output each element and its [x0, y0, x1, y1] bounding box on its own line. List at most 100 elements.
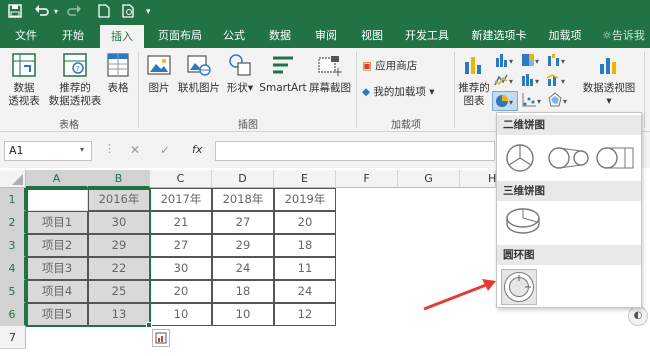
cell-b6[interactable]: 13: [88, 303, 150, 326]
doughnut-option[interactable]: [501, 269, 537, 305]
cell-b3[interactable]: 29: [88, 234, 150, 257]
cell-c3[interactable]: 27: [150, 234, 212, 257]
cell-b1[interactable]: 2016年: [88, 188, 150, 211]
column-header-f[interactable]: F: [336, 170, 398, 188]
cell-e4[interactable]: 11: [274, 257, 336, 280]
tab-file[interactable]: 文件: [6, 24, 46, 48]
cell-d3[interactable]: 29: [212, 234, 274, 257]
tab-page-layout[interactable]: 页面布局: [150, 24, 210, 48]
recommended-pivot-button[interactable]: ? 推荐的 数据透视表: [48, 52, 102, 108]
select-all-corner[interactable]: [0, 170, 26, 188]
tab-addins[interactable]: 加载项: [540, 24, 590, 48]
cell-d1[interactable]: 2018年: [212, 188, 274, 211]
quick-analysis-button[interactable]: [152, 329, 170, 347]
row-header-3[interactable]: 3: [0, 234, 26, 257]
tab-home[interactable]: 开始: [52, 24, 94, 48]
pie-2d-option[interactable]: [503, 141, 537, 178]
cell-a4[interactable]: 项目3: [26, 257, 88, 280]
row-header-1[interactable]: 1: [0, 188, 26, 211]
column-header-d[interactable]: D: [212, 170, 274, 188]
tab-formulas[interactable]: 公式: [214, 24, 254, 48]
new-file-icon[interactable]: [98, 4, 110, 20]
cell-c4[interactable]: 30: [150, 257, 212, 280]
pie-3d-option[interactable]: [503, 205, 543, 240]
tab-review[interactable]: 审阅: [306, 24, 346, 48]
column-header-c[interactable]: C: [150, 170, 212, 188]
cell-a3[interactable]: 项目2: [26, 234, 88, 257]
column-chart-icon[interactable]: ▾: [494, 52, 516, 71]
tab-new[interactable]: 新建选项卡: [464, 24, 534, 48]
cell-c2[interactable]: 21: [150, 211, 212, 234]
pivot-table-button[interactable]: 数据 透视表: [4, 52, 44, 108]
radar-chart-icon[interactable]: ▾: [548, 92, 570, 111]
cell-b5[interactable]: 25: [88, 280, 150, 303]
recommended-charts-button[interactable]: 推荐的 图表: [458, 52, 490, 108]
tab-insert[interactable]: 插入: [100, 24, 144, 48]
formula-bar-options-icon[interactable]: ⋮: [104, 142, 115, 155]
help-icon[interactable]: ◐: [628, 306, 648, 326]
cell-c1[interactable]: 2017年: [150, 188, 212, 211]
smartart-button[interactable]: SmartArt: [258, 52, 308, 95]
pivot-chart-button[interactable]: 数据透视图 ▾: [578, 52, 640, 108]
cancel-icon[interactable]: ✕: [130, 143, 140, 157]
column-header-e[interactable]: E: [274, 170, 336, 188]
column-header-a[interactable]: A: [26, 170, 88, 188]
cell-a2[interactable]: 项目1: [26, 211, 88, 234]
combo-chart-icon[interactable]: ▾: [546, 72, 568, 91]
scatter-chart-icon[interactable]: ▾: [522, 92, 544, 111]
cell-b2[interactable]: 30: [88, 211, 150, 234]
table-button[interactable]: 表格: [104, 52, 132, 95]
row-header-4[interactable]: 4: [0, 257, 26, 280]
name-box[interactable]: A1: [4, 141, 92, 161]
tab-view[interactable]: 视图: [352, 24, 392, 48]
pie-of-pie-option[interactable]: [547, 143, 591, 176]
tell-me-box[interactable]: ☼告诉我: [602, 24, 650, 48]
cell-a1[interactable]: [26, 188, 88, 211]
tab-data[interactable]: 数据: [260, 24, 300, 48]
statistic-chart-icon[interactable]: ▾: [520, 72, 542, 91]
row-header-6[interactable]: 6: [0, 303, 26, 326]
cell-e1[interactable]: 2019年: [274, 188, 336, 211]
cell-d4[interactable]: 24: [212, 257, 274, 280]
fill-handle[interactable]: [146, 322, 152, 328]
undo-icon[interactable]: [34, 4, 50, 20]
column-header-g[interactable]: G: [398, 170, 460, 188]
cell-e2[interactable]: 20: [274, 211, 336, 234]
screenshot-button[interactable]: + 屏幕截图: [308, 52, 352, 95]
name-box-dropdown-icon[interactable]: ▾: [80, 145, 84, 154]
cell-d5[interactable]: 18: [212, 280, 274, 303]
formula-input[interactable]: [215, 141, 495, 161]
cell-a6[interactable]: 项目5: [26, 303, 88, 326]
line-chart-icon[interactable]: ▾: [494, 72, 516, 91]
my-addins-button[interactable]: ◆ 我的加载项 ▾: [362, 86, 462, 99]
row-header-5[interactable]: 5: [0, 280, 26, 303]
hierarchy-chart-icon[interactable]: ▾: [520, 52, 542, 71]
insert-function-icon[interactable]: fx: [192, 143, 202, 156]
cell-c5[interactable]: 20: [150, 280, 212, 303]
waterfall-chart-icon[interactable]: ▾: [546, 52, 568, 71]
column-header-b[interactable]: B: [88, 170, 150, 188]
row-header-2[interactable]: 2: [0, 211, 26, 234]
column-header-h[interactable]: H: [460, 170, 496, 188]
print-preview-icon[interactable]: [122, 4, 136, 20]
undo-dropdown-icon[interactable]: ▾: [54, 4, 58, 20]
cell-c6[interactable]: 10: [150, 303, 212, 326]
store-button[interactable]: ▣ 应用商店: [362, 60, 442, 73]
picture-button[interactable]: 图片: [144, 52, 174, 95]
cell-d2[interactable]: 27: [212, 211, 274, 234]
shapes-button[interactable]: 形状▾: [224, 52, 256, 95]
redo-icon[interactable]: [66, 4, 82, 20]
save-icon[interactable]: [8, 4, 22, 20]
customize-qat-icon[interactable]: ▾: [146, 4, 151, 20]
cell-d6[interactable]: 10: [212, 303, 274, 326]
cell-e6[interactable]: 12: [274, 303, 336, 326]
cell-e5[interactable]: 24: [274, 280, 336, 303]
cell-a5[interactable]: 项目4: [26, 280, 88, 303]
tab-developer[interactable]: 开发工具: [398, 24, 456, 48]
enter-icon[interactable]: ✓: [160, 143, 170, 157]
row-header-7[interactable]: 7: [0, 326, 26, 349]
cell-e3[interactable]: 18: [274, 234, 336, 257]
cell-b4[interactable]: 22: [88, 257, 150, 280]
pie-chart-button[interactable]: ▾: [492, 91, 518, 111]
online-picture-button[interactable]: 联机图片: [176, 52, 222, 95]
